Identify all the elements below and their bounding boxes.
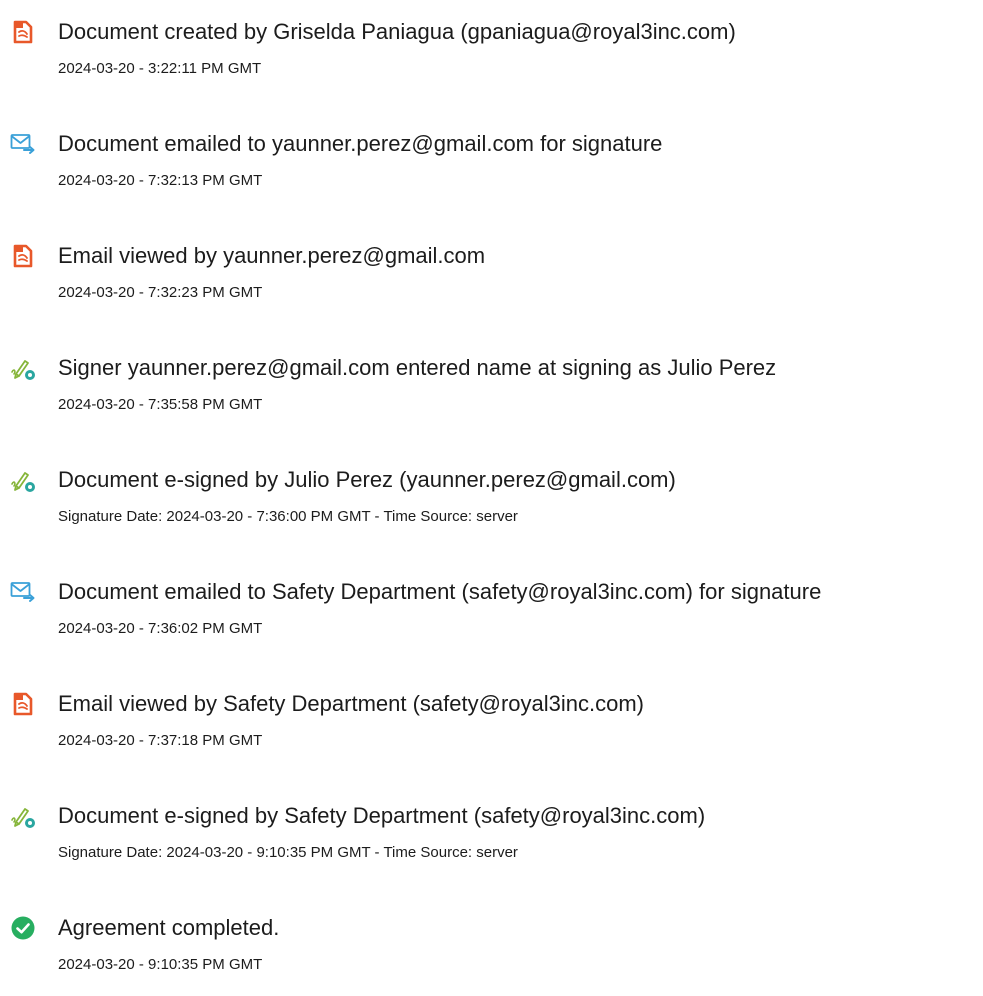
audit-entry: Document emailed to Safety Department (s…: [0, 570, 983, 650]
entry-timestamp: 2024-03-20 - 9:10:35 PM GMT: [58, 956, 263, 973]
audit-entry: Email viewed by yaunner.perez@gmail.com …: [0, 234, 983, 314]
entry-timestamp: 2024-03-20 - 7:32:23 PM GMT: [58, 284, 263, 301]
entry-title: Document emailed to Safety Department (s…: [58, 579, 822, 604]
document-icon: [10, 243, 36, 269]
entry-timestamp: 2024-03-20 - 7:32:13 PM GMT: [58, 172, 263, 189]
entry-title: Document created by Griselda Paniagua (g…: [58, 19, 736, 44]
email-icon: [10, 131, 36, 157]
entry-timestamp: 2024-03-20 - 7:35:58 PM GMT: [58, 396, 263, 413]
entry-title: Email viewed by Safety Department (safet…: [58, 691, 644, 716]
document-icon: [10, 19, 36, 45]
entry-timestamp: Signature Date: 2024-03-20 - 7:36:00 PM …: [58, 508, 518, 525]
email-icon: [10, 579, 36, 605]
audit-entry: Signer yaunner.perez@gmail.com entered n…: [0, 346, 983, 426]
audit-entry: Document e-signed by Julio Perez (yaunne…: [0, 458, 983, 538]
entry-title: Signer yaunner.perez@gmail.com entered n…: [58, 355, 777, 380]
entry-title: Document emailed to yaunner.perez@gmail.…: [58, 131, 663, 156]
e-sign-icon: [10, 467, 36, 493]
audit-entry: Agreement completed. 2024-03-20 - 9:10:3…: [0, 906, 983, 986]
entry-timestamp: 2024-03-20 - 3:22:11 PM GMT: [58, 60, 262, 77]
audit-log: Document created by Griselda Paniagua (g…: [0, 0, 983, 996]
audit-entry: Email viewed by Safety Department (safet…: [0, 682, 983, 762]
audit-entry: Document created by Griselda Paniagua (g…: [0, 10, 983, 90]
e-sign-icon: [10, 355, 36, 381]
entry-title: Document e-signed by Julio Perez (yaunne…: [58, 467, 676, 492]
entry-title: Agreement completed.: [58, 915, 280, 940]
audit-entry: Document emailed to yaunner.perez@gmail.…: [0, 122, 983, 202]
document-icon: [10, 691, 36, 717]
entry-timestamp: Signature Date: 2024-03-20 - 9:10:35 PM …: [58, 844, 518, 861]
audit-entry: Document e-signed by Safety Department (…: [0, 794, 983, 874]
entry-timestamp: 2024-03-20 - 7:37:18 PM GMT: [58, 732, 263, 749]
entry-title: Email viewed by yaunner.perez@gmail.com: [58, 243, 486, 268]
entry-timestamp: 2024-03-20 - 7:36:02 PM GMT: [58, 620, 263, 637]
check-circle-icon: [10, 915, 36, 941]
entry-title: Document e-signed by Safety Department (…: [58, 803, 706, 828]
e-sign-icon: [10, 803, 36, 829]
